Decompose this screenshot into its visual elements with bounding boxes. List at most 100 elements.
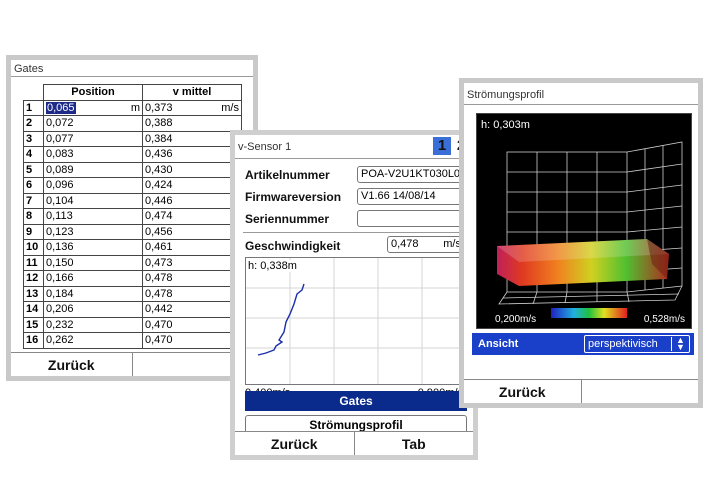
position-cell[interactable]: 0,136 xyxy=(43,239,143,256)
table-row[interactable]: 9 0,123 0,456 xyxy=(23,223,242,240)
table-row[interactable]: 14 0,206 0,442 xyxy=(23,301,242,318)
table-row[interactable]: 7 0,104 0,446 xyxy=(23,192,242,209)
view-select[interactable]: perspektivisch ▲ ▼ xyxy=(584,335,690,353)
velocity-profile-plot: h: 0,338m xyxy=(245,257,467,385)
col-position: Position xyxy=(43,84,143,101)
row-number: 11 xyxy=(23,254,44,271)
position-cell[interactable]: 0,083 xyxy=(43,146,143,163)
scale-max-label: 0,528m/s xyxy=(643,314,685,325)
position-cell[interactable]: 0,123 xyxy=(43,223,143,240)
speed-value: 0,478 xyxy=(391,238,419,250)
scale-min-label: 0,200m/s xyxy=(495,314,537,325)
position-value: 0,104 xyxy=(46,194,74,207)
back-button[interactable]: Zurück xyxy=(11,353,133,376)
vsensor-title-bar: v-Sensor 1 1 2 xyxy=(235,135,473,159)
v-mittel-unit: m/s xyxy=(221,101,239,114)
speed-field: 0,478 m/s xyxy=(387,236,465,253)
position-value: 0,136 xyxy=(46,241,74,254)
v-mittel-value: 0,478 xyxy=(145,272,173,285)
profile-title: Strömungsprofil xyxy=(464,83,698,105)
profile-panel: Strömungsprofil h: 0,303m 0,200m/s 0,528… xyxy=(459,78,703,408)
table-row[interactable]: 4 0,083 0,436 xyxy=(23,146,242,163)
v-mittel-cell[interactable]: 0,446 xyxy=(142,192,242,209)
row-number: 7 xyxy=(23,192,44,209)
position-value: 0,232 xyxy=(46,318,74,331)
position-cell[interactable]: 0,077 xyxy=(43,130,143,147)
table-row[interactable]: 3 0,077 0,384 xyxy=(23,130,242,147)
table-row[interactable]: 6 0,096 0,424 xyxy=(23,177,242,194)
v-mittel-cell[interactable]: 0,473 xyxy=(142,254,242,271)
back-button[interactable]: Zurück xyxy=(464,380,582,403)
gates-button[interactable]: Gates xyxy=(245,391,467,411)
v-mittel-value: 0,470 xyxy=(145,334,173,347)
v-mittel-cell[interactable]: 0,424 xyxy=(142,177,242,194)
position-value: 0,113 xyxy=(46,210,73,223)
v-mittel-cell[interactable]: 0,470 xyxy=(142,332,242,349)
table-row[interactable]: 8 0,113 0,474 xyxy=(23,208,242,225)
position-cell[interactable]: 0,072 xyxy=(43,115,143,132)
gates-bottom-bar: Zurück xyxy=(11,352,253,376)
artikel-label: Artikelnummer xyxy=(245,168,330,182)
v-mittel-cell[interactable]: 0,442 xyxy=(142,301,242,318)
row-number: 10 xyxy=(23,239,44,256)
position-value: 0,096 xyxy=(46,179,74,192)
position-value: 0,065 xyxy=(46,101,76,114)
position-value: 0,150 xyxy=(46,256,74,269)
v-mittel-cell[interactable]: 0,384 xyxy=(142,130,242,147)
position-cell[interactable]: 0,065 m xyxy=(43,99,143,116)
tab-button[interactable]: Tab xyxy=(354,432,473,455)
gates-table: Position v mittel 1 0,065 m 0,373 m/s 2 0,072 0… xyxy=(23,84,242,349)
row-number: 12 xyxy=(23,270,44,287)
v-mittel-value: 0,446 xyxy=(145,194,173,207)
v-mittel-value: 0,388 xyxy=(145,117,173,130)
back-button[interactable]: Zurück xyxy=(235,432,355,455)
table-row[interactable]: 11 0,150 0,473 xyxy=(23,254,242,271)
table-row[interactable]: 1 0,065 m 0,373 m/s xyxy=(23,99,242,116)
position-value: 0,123 xyxy=(46,225,74,238)
velocity-surface xyxy=(497,239,669,286)
v-mittel-value: 0,470 xyxy=(145,318,173,331)
row-number: 9 xyxy=(23,223,44,240)
v-mittel-cell[interactable]: 0,478 xyxy=(142,285,242,302)
table-row[interactable]: 13 0,184 0,478 xyxy=(23,285,242,302)
table-row[interactable]: 5 0,089 0,430 xyxy=(23,161,242,178)
position-cell[interactable]: 0,184 xyxy=(43,285,143,302)
tab-1[interactable]: 1 xyxy=(433,137,451,155)
v-mittel-cell[interactable]: 0,388 xyxy=(142,115,242,132)
position-cell[interactable]: 0,262 xyxy=(43,332,143,349)
row-number: 4 xyxy=(23,146,44,163)
v-mittel-cell[interactable]: 0,456 xyxy=(142,223,242,240)
vsensor-title: v-Sensor 1 xyxy=(238,141,292,153)
v-mittel-cell[interactable]: 0,474 xyxy=(142,208,242,225)
v-mittel-cell[interactable]: 0,470 xyxy=(142,316,242,333)
table-row[interactable]: 15 0,232 0,470 xyxy=(23,316,242,333)
v-mittel-cell[interactable]: 0,436 xyxy=(142,146,242,163)
table-row[interactable]: 10 0,136 0,461 xyxy=(23,239,242,256)
v-mittel-cell[interactable]: 0,430 xyxy=(142,161,242,178)
table-row[interactable]: 12 0,166 0,478 xyxy=(23,270,242,287)
v-mittel-cell[interactable]: 0,461 xyxy=(142,239,242,256)
row-number: 13 xyxy=(23,285,44,302)
table-row[interactable]: 16 0,262 0,470 xyxy=(23,332,242,349)
v-mittel-cell[interactable]: 0,478 xyxy=(142,270,242,287)
empty-softkey[interactable] xyxy=(581,380,698,403)
position-cell[interactable]: 0,104 xyxy=(43,192,143,209)
v-mittel-value: 0,478 xyxy=(145,287,173,300)
v-mittel-cell[interactable]: 0,373 m/s xyxy=(142,99,242,116)
position-cell[interactable]: 0,096 xyxy=(43,177,143,194)
position-cell[interactable]: 0,113 xyxy=(43,208,143,225)
position-value: 0,206 xyxy=(46,303,74,316)
position-cell[interactable]: 0,089 xyxy=(43,161,143,178)
serien-label: Seriennummer xyxy=(245,212,330,226)
position-cell[interactable]: 0,150 xyxy=(43,254,143,271)
position-cell[interactable]: 0,232 xyxy=(43,316,143,333)
row-number: 6 xyxy=(23,177,44,194)
v-mittel-value: 0,430 xyxy=(145,163,173,176)
vsensor-bottom-bar: Zurück Tab xyxy=(235,431,473,455)
position-cell[interactable]: 0,206 xyxy=(43,301,143,318)
row-number: 1 xyxy=(23,99,44,116)
position-value: 0,184 xyxy=(46,287,74,300)
position-cell[interactable]: 0,166 xyxy=(43,270,143,287)
table-row[interactable]: 2 0,072 0,388 xyxy=(23,115,242,132)
speed-label: Geschwindigkeit xyxy=(245,239,341,253)
